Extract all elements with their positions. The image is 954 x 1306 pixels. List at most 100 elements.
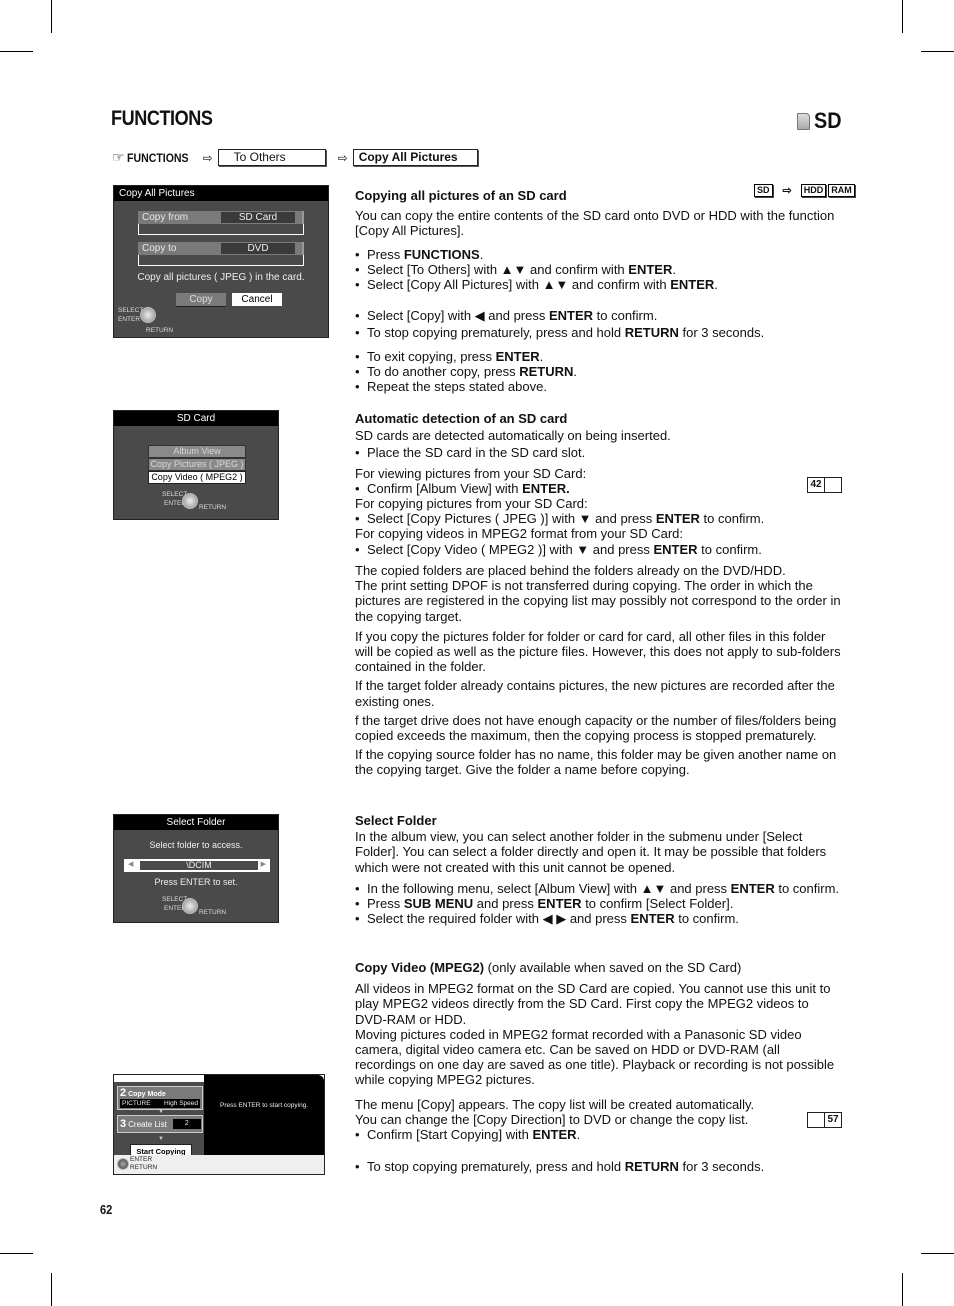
breadcrumb-step-to-others: To Others — [217, 149, 326, 166]
copy-steps-panel: 2 Copy Mode PICTURE High Speed ▼ 3 Creat… — [114, 1082, 204, 1159]
screen-sd-card: SD Card Album View Copy Pictures ( JPEG … — [113, 410, 279, 520]
menu-item-copy-pictures[interactable]: Copy Pictures ( JPEG ) — [148, 458, 246, 471]
page-reference-57[interactable]: 57 — [807, 1112, 842, 1128]
return-hint: RETURN — [199, 909, 227, 916]
screen-message: Copy all pictures ( JPEG ) in the card. — [137, 272, 305, 283]
bullet-item: Select [To Others] with ▲▼ and confirm w… — [355, 262, 843, 277]
paragraph: If the copying source folder has no name… — [355, 747, 837, 778]
screen-instruction: Press ENTER to set. — [154, 877, 238, 887]
bullet-item: Select [Copy All Pictures] with ▲▼ and c… — [355, 277, 843, 292]
bullet-item: Select [Copy Pictures ( JPEG )] with ▼ a… — [355, 511, 843, 526]
arrow-right-icon: ⇨ — [337, 150, 348, 165]
screen-title: SD Card — [114, 411, 278, 426]
page-number: 62 — [100, 1202, 113, 1217]
page-reference-42[interactable]: 42 — [807, 477, 842, 493]
paragraph: For copying videos in MPEG2 format from … — [355, 526, 684, 542]
media-tag: SD — [797, 108, 845, 134]
media-tag-label: SD — [814, 108, 842, 133]
arrow-right-icon: ⇨ — [202, 150, 213, 165]
paragraph: The copied folders are placed behind the… — [355, 563, 786, 578]
paragraph: Moving pictures coded in MPEG2 format re… — [355, 1026, 835, 1088]
step-number: 2 — [120, 1087, 127, 1099]
crop-mark — [0, 1253, 33, 1254]
copy-from-value: SD Card — [221, 212, 295, 223]
bullet-item: To stop copying prematurely, press and h… — [355, 325, 843, 340]
page-ref-number: 42 — [810, 479, 822, 490]
return-hint: RETURN — [130, 1164, 158, 1171]
screen-message: Press ENTER to start copying. — [220, 1102, 309, 1109]
paragraph: All videos in MPEG2 format on the SD Car… — [355, 981, 831, 1027]
step-label: Create List — [128, 1119, 167, 1129]
section-heading: Copying all pictures of an SD card — [355, 188, 567, 203]
bullet-item: In the following menu, select [Album Vie… — [355, 881, 843, 896]
arrow-down-icon: ▼ — [158, 1136, 164, 1142]
paragraph: For viewing pictures from your SD Card: — [355, 465, 587, 481]
menu-item-album-view[interactable]: Album View — [148, 445, 246, 458]
paragraph: If the target folder already contains pi… — [355, 678, 835, 709]
paragraph: You can copy the entire contents of the … — [355, 208, 835, 239]
paragraph: In the album view, you can select anothe… — [355, 829, 827, 875]
bullet-item: Select [Copy Video ( MPEG2 )] with ▼ and… — [355, 542, 843, 557]
screen-title: Select Folder — [114, 815, 278, 830]
arrow-left-icon[interactable]: ◀ — [128, 860, 133, 868]
crop-mark — [921, 1253, 954, 1254]
section-auto-detect: Automatic detection of an SD card SD car… — [355, 411, 843, 557]
section-copy-all: Copying all pictures of an SD card You c… — [355, 188, 843, 394]
bullet-item: Press SUB MENU and press ENTER to confir… — [355, 896, 843, 911]
breadcrumb: ☞ FUNCTIONS ⇨ To Others ⇨ Copy All Pictu… — [112, 149, 478, 166]
breadcrumb-root: FUNCTIONS — [126, 150, 189, 165]
screen-prompt: Select folder to access. — [149, 840, 243, 850]
bullet-item: Select the required folder with ◀ ▶ and … — [355, 911, 843, 926]
step-copy-mode[interactable]: 2 Copy Mode PICTURE High Speed — [117, 1086, 203, 1110]
copy-to-value: DVD — [221, 243, 295, 254]
paragraph: SD cards are detected automatically on b… — [355, 428, 671, 444]
menu-item-copy-video[interactable]: Copy Video ( MPEG2 ) — [148, 471, 246, 484]
paragraph: For copying pictures from your SD Card: — [355, 496, 588, 512]
bullet-item: To do another copy, press RETURN. — [355, 364, 843, 379]
remote-dial-icon — [117, 1158, 129, 1170]
paragraph: The print setting DPOF is not transferre… — [355, 578, 841, 624]
return-hint: RETURN — [199, 504, 227, 511]
folder-selector[interactable]: ◀ \DCIM ▶ — [124, 859, 270, 872]
screen-select-folder: Select Folder Select folder to access. ◀… — [113, 814, 279, 923]
copy-to-field[interactable]: Copy to DVD — [138, 242, 304, 255]
pointing-hand-icon: ☞ — [112, 149, 125, 165]
copy-from-field[interactable]: Copy from SD Card — [138, 211, 304, 224]
enter-hint: ENTER — [130, 1156, 153, 1163]
step-number: 3 — [120, 1118, 127, 1130]
return-hint: RETURN — [146, 327, 174, 334]
sd-card-icon — [797, 112, 810, 130]
page-ref-number: 57 — [824, 1113, 841, 1127]
paragraph: The menu [Copy] appears. The copy list w… — [355, 1096, 755, 1112]
step-create-list[interactable]: 3 Create List 2 — [117, 1115, 203, 1133]
cancel-button[interactable]: Cancel — [232, 293, 282, 306]
step-label: Copy Mode — [128, 1091, 166, 1098]
create-list-value: 2 — [172, 1119, 201, 1129]
page-title: FUNCTIONS — [111, 107, 213, 130]
paragraph: f the target drive does not have enough … — [355, 712, 837, 744]
remote-hint: ENTER RETURN — [130, 1156, 157, 1172]
copy-mode-speed: High Speed — [164, 1100, 198, 1107]
crop-mark — [902, 0, 903, 33]
screen-title: Copy All Pictures — [114, 186, 328, 201]
breadcrumb-step-copy-all-pictures: Copy All Pictures — [352, 149, 478, 166]
screen-copy-video: 2 Copy Mode PICTURE High Speed ▼ 3 Creat… — [113, 1074, 325, 1175]
bullet-item: Select [Copy] with ◀ and press ENTER to … — [355, 308, 843, 323]
bullet-item: Repeat the steps stated above. — [355, 379, 843, 394]
arrow-right-icon[interactable]: ▶ — [261, 860, 266, 868]
copy-button[interactable]: Copy — [176, 293, 226, 307]
section-select-folder: Select Folder In the album view, you can… — [355, 813, 843, 926]
field-frame — [138, 224, 304, 235]
bullet-item: To stop copying prematurely, press and h… — [355, 1159, 843, 1174]
section-notes: The copied folders are placed behind the… — [355, 563, 843, 778]
field-frame — [138, 255, 304, 266]
bullet-item: Place the SD card in the SD card slot. — [355, 445, 843, 460]
folder-value: \DCIM — [140, 861, 258, 870]
copy-to-label: Copy to — [142, 243, 177, 254]
crop-mark — [902, 1273, 903, 1306]
remote-dial-icon — [182, 493, 198, 509]
message-panel: Press ENTER to start copying. — [204, 1075, 324, 1155]
paragraph: You can change the [Copy Direction] to D… — [355, 1111, 749, 1127]
copy-mode-type: PICTURE — [122, 1100, 151, 1107]
bullet-item: Press FUNCTIONS. — [355, 247, 843, 262]
